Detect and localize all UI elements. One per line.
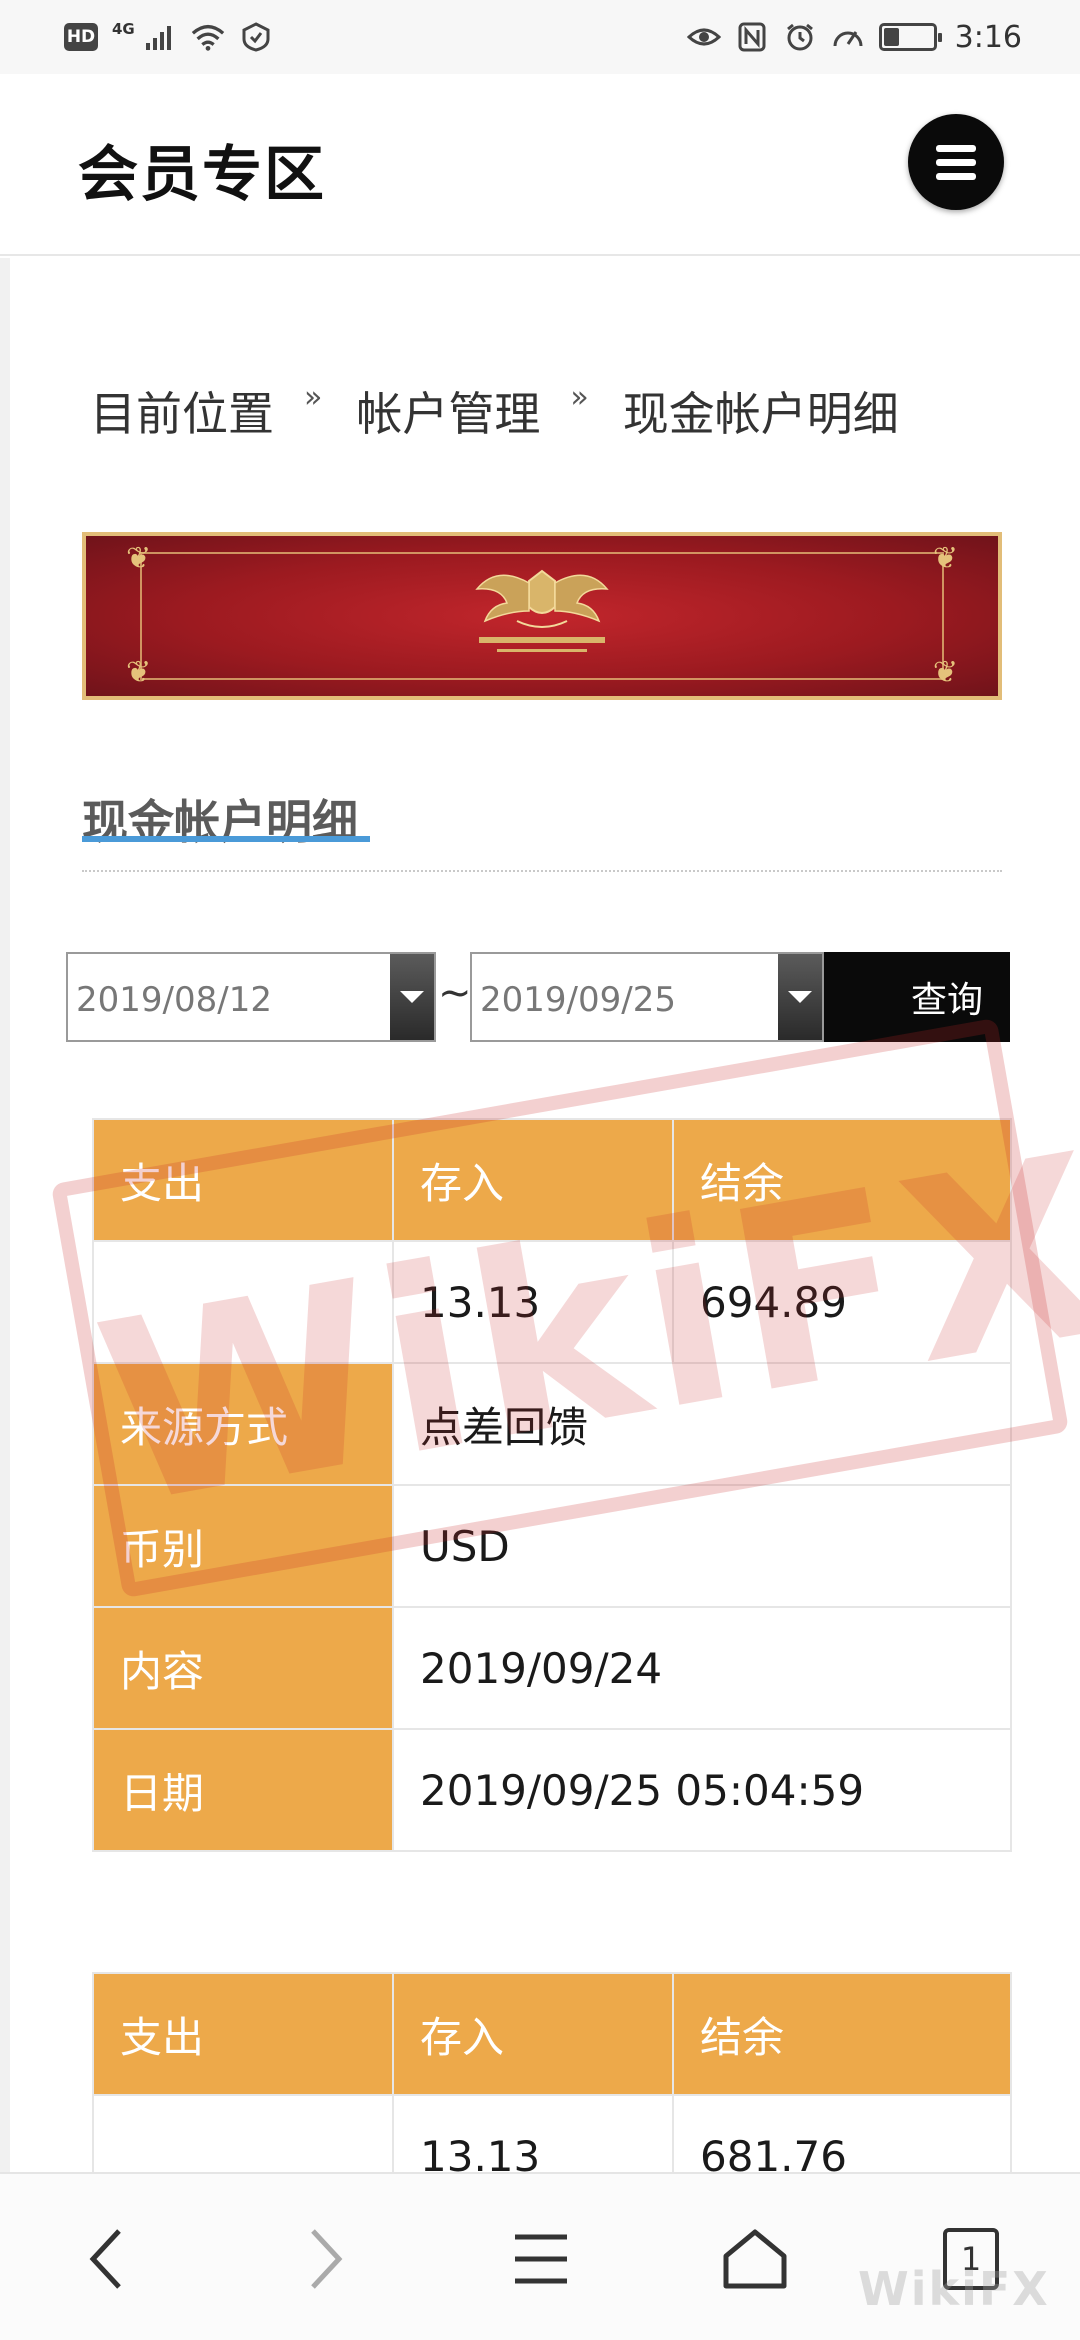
content-label: 内容 bbox=[92, 1606, 394, 1730]
forward-button[interactable] bbox=[270, 2204, 380, 2314]
alarm-icon bbox=[783, 20, 817, 54]
section-divider bbox=[82, 870, 1002, 872]
ornament-icon: ❦ bbox=[932, 655, 958, 690]
deposit-header: 存入 bbox=[392, 1972, 674, 2096]
speed-icon bbox=[831, 20, 865, 54]
start-date-value: 2019/08/12 bbox=[76, 980, 272, 1020]
brand-banner: ❦ ❦ ❦ ❦ bbox=[82, 532, 1002, 700]
hd-icon: HD bbox=[64, 23, 98, 51]
currency-label: 币别 bbox=[92, 1484, 394, 1608]
section-title-underline bbox=[82, 836, 370, 842]
status-left: HD 4G bbox=[64, 20, 273, 54]
ornament-icon: ❦ bbox=[126, 655, 152, 690]
date-filter: 2019/08/12 ~ 2019/09/25 查询 bbox=[66, 952, 1010, 1042]
battery-icon bbox=[878, 23, 942, 51]
transaction-record: 支出 存入 结余 13.13 681.76 bbox=[92, 1972, 1012, 2172]
record-header-row: 支出 存入 结余 bbox=[92, 1972, 1012, 2096]
currency-value: USD bbox=[392, 1484, 1012, 1608]
start-date-select[interactable]: 2019/08/12 bbox=[66, 952, 436, 1042]
back-icon bbox=[89, 2229, 121, 2289]
home-button[interactable] bbox=[700, 2204, 810, 2314]
date-label: 日期 bbox=[92, 1728, 394, 1852]
breadcrumb-item-account[interactable]: 帐户管理 bbox=[356, 378, 540, 444]
wifi-icon bbox=[191, 20, 225, 54]
ornament-icon: ❦ bbox=[932, 541, 958, 576]
hamburger-icon-bar bbox=[936, 172, 976, 180]
source-value: 点差回馈 bbox=[392, 1362, 1012, 1486]
status-bar: HD 4G 3:16 bbox=[0, 0, 1080, 74]
record-detail-row: 日期 2019/09/25 05:04:59 bbox=[92, 1728, 1012, 1852]
chevron-down-icon bbox=[400, 991, 424, 1003]
hamburger-icon-bar bbox=[936, 144, 976, 152]
breadcrumb-separator: » bbox=[570, 379, 589, 415]
record-detail-row: 内容 2019/09/24 bbox=[92, 1606, 1012, 1730]
balance-value: 694.89 bbox=[672, 1240, 1012, 1364]
breadcrumb-item-location[interactable]: 目前位置 bbox=[90, 378, 274, 444]
balance-header: 结余 bbox=[672, 1118, 1012, 1242]
app-header: 会员专区 bbox=[0, 74, 1080, 256]
end-date-select[interactable]: 2019/09/25 bbox=[470, 952, 824, 1042]
expense-value bbox=[92, 2094, 394, 2172]
wikifx-corner-watermark: WikiFX bbox=[858, 2262, 1050, 2316]
expense-header: 支出 bbox=[92, 1118, 394, 1242]
date-value: 2019/09/25 05:04:59 bbox=[392, 1728, 1012, 1852]
page-title: 会员专区 bbox=[78, 140, 326, 210]
record-header-row: 支出 存入 结余 bbox=[92, 1118, 1012, 1242]
balance-header: 结余 bbox=[672, 1972, 1012, 2096]
status-time: 3:16 bbox=[954, 19, 1022, 55]
breadcrumb-item-current: 现金帐户明细 bbox=[622, 387, 899, 441]
breadcrumb-separator: » bbox=[304, 379, 323, 415]
shield-icon bbox=[239, 20, 273, 54]
start-date-dropdown-button[interactable] bbox=[390, 954, 434, 1040]
status-right: 3:16 bbox=[686, 19, 1022, 55]
menu-icon bbox=[515, 2234, 567, 2284]
date-range-separator: ~ bbox=[438, 970, 472, 1016]
home-icon bbox=[723, 2229, 787, 2289]
battery-level bbox=[883, 28, 900, 46]
balance-value: 681.76 bbox=[672, 2094, 1012, 2172]
forward-icon bbox=[311, 2229, 343, 2289]
end-date-dropdown-button[interactable] bbox=[778, 954, 822, 1040]
content-value: 2019/09/24 bbox=[392, 1606, 1012, 1730]
record-detail-row: 来源方式 点差回馈 bbox=[92, 1362, 1012, 1486]
record-amount-row: 13.13 681.76 bbox=[92, 2094, 1012, 2172]
end-date-value: 2019/09/25 bbox=[480, 980, 676, 1020]
expense-header: 支出 bbox=[92, 1972, 394, 2096]
record-amount-row: 13.13 694.89 bbox=[92, 1240, 1012, 1364]
deposit-value: 13.13 bbox=[392, 1240, 674, 1364]
browser-bottom-nav: 1 WikiFX bbox=[0, 2172, 1080, 2340]
section-title: 现金帐户明细 bbox=[82, 795, 358, 849]
hamburger-icon-bar bbox=[936, 158, 976, 166]
chevron-down-icon bbox=[788, 991, 812, 1003]
deposit-value: 13.13 bbox=[392, 2094, 674, 2172]
company-crest-logo bbox=[457, 559, 627, 673]
eye-icon bbox=[686, 20, 721, 54]
record-detail-row: 币别 USD bbox=[92, 1484, 1012, 1608]
nfc-icon bbox=[735, 20, 769, 54]
back-button[interactable] bbox=[52, 2204, 162, 2314]
hamburger-menu-button[interactable] bbox=[908, 114, 1004, 210]
signal-icon bbox=[143, 20, 177, 54]
main-content: 目前位置 » 帐户管理 » 现金帐户明细 ❦ ❦ ❦ ❦ 现金帐户明细 2019… bbox=[0, 258, 1080, 2172]
source-label: 来源方式 bbox=[92, 1362, 394, 1486]
transaction-record: 支出 存入 结余 13.13 694.89 来源方式 点差回馈 币别 USD 内… bbox=[92, 1118, 1012, 1852]
deposit-header: 存入 bbox=[392, 1118, 674, 1242]
network-type: 4G bbox=[112, 20, 135, 38]
breadcrumb: 目前位置 » 帐户管理 » 现金帐户明细 bbox=[90, 378, 899, 444]
expense-value bbox=[92, 1240, 394, 1364]
query-button[interactable]: 查询 bbox=[824, 952, 1010, 1042]
ornament-icon: ❦ bbox=[126, 541, 152, 576]
menu-button[interactable] bbox=[486, 2204, 596, 2314]
